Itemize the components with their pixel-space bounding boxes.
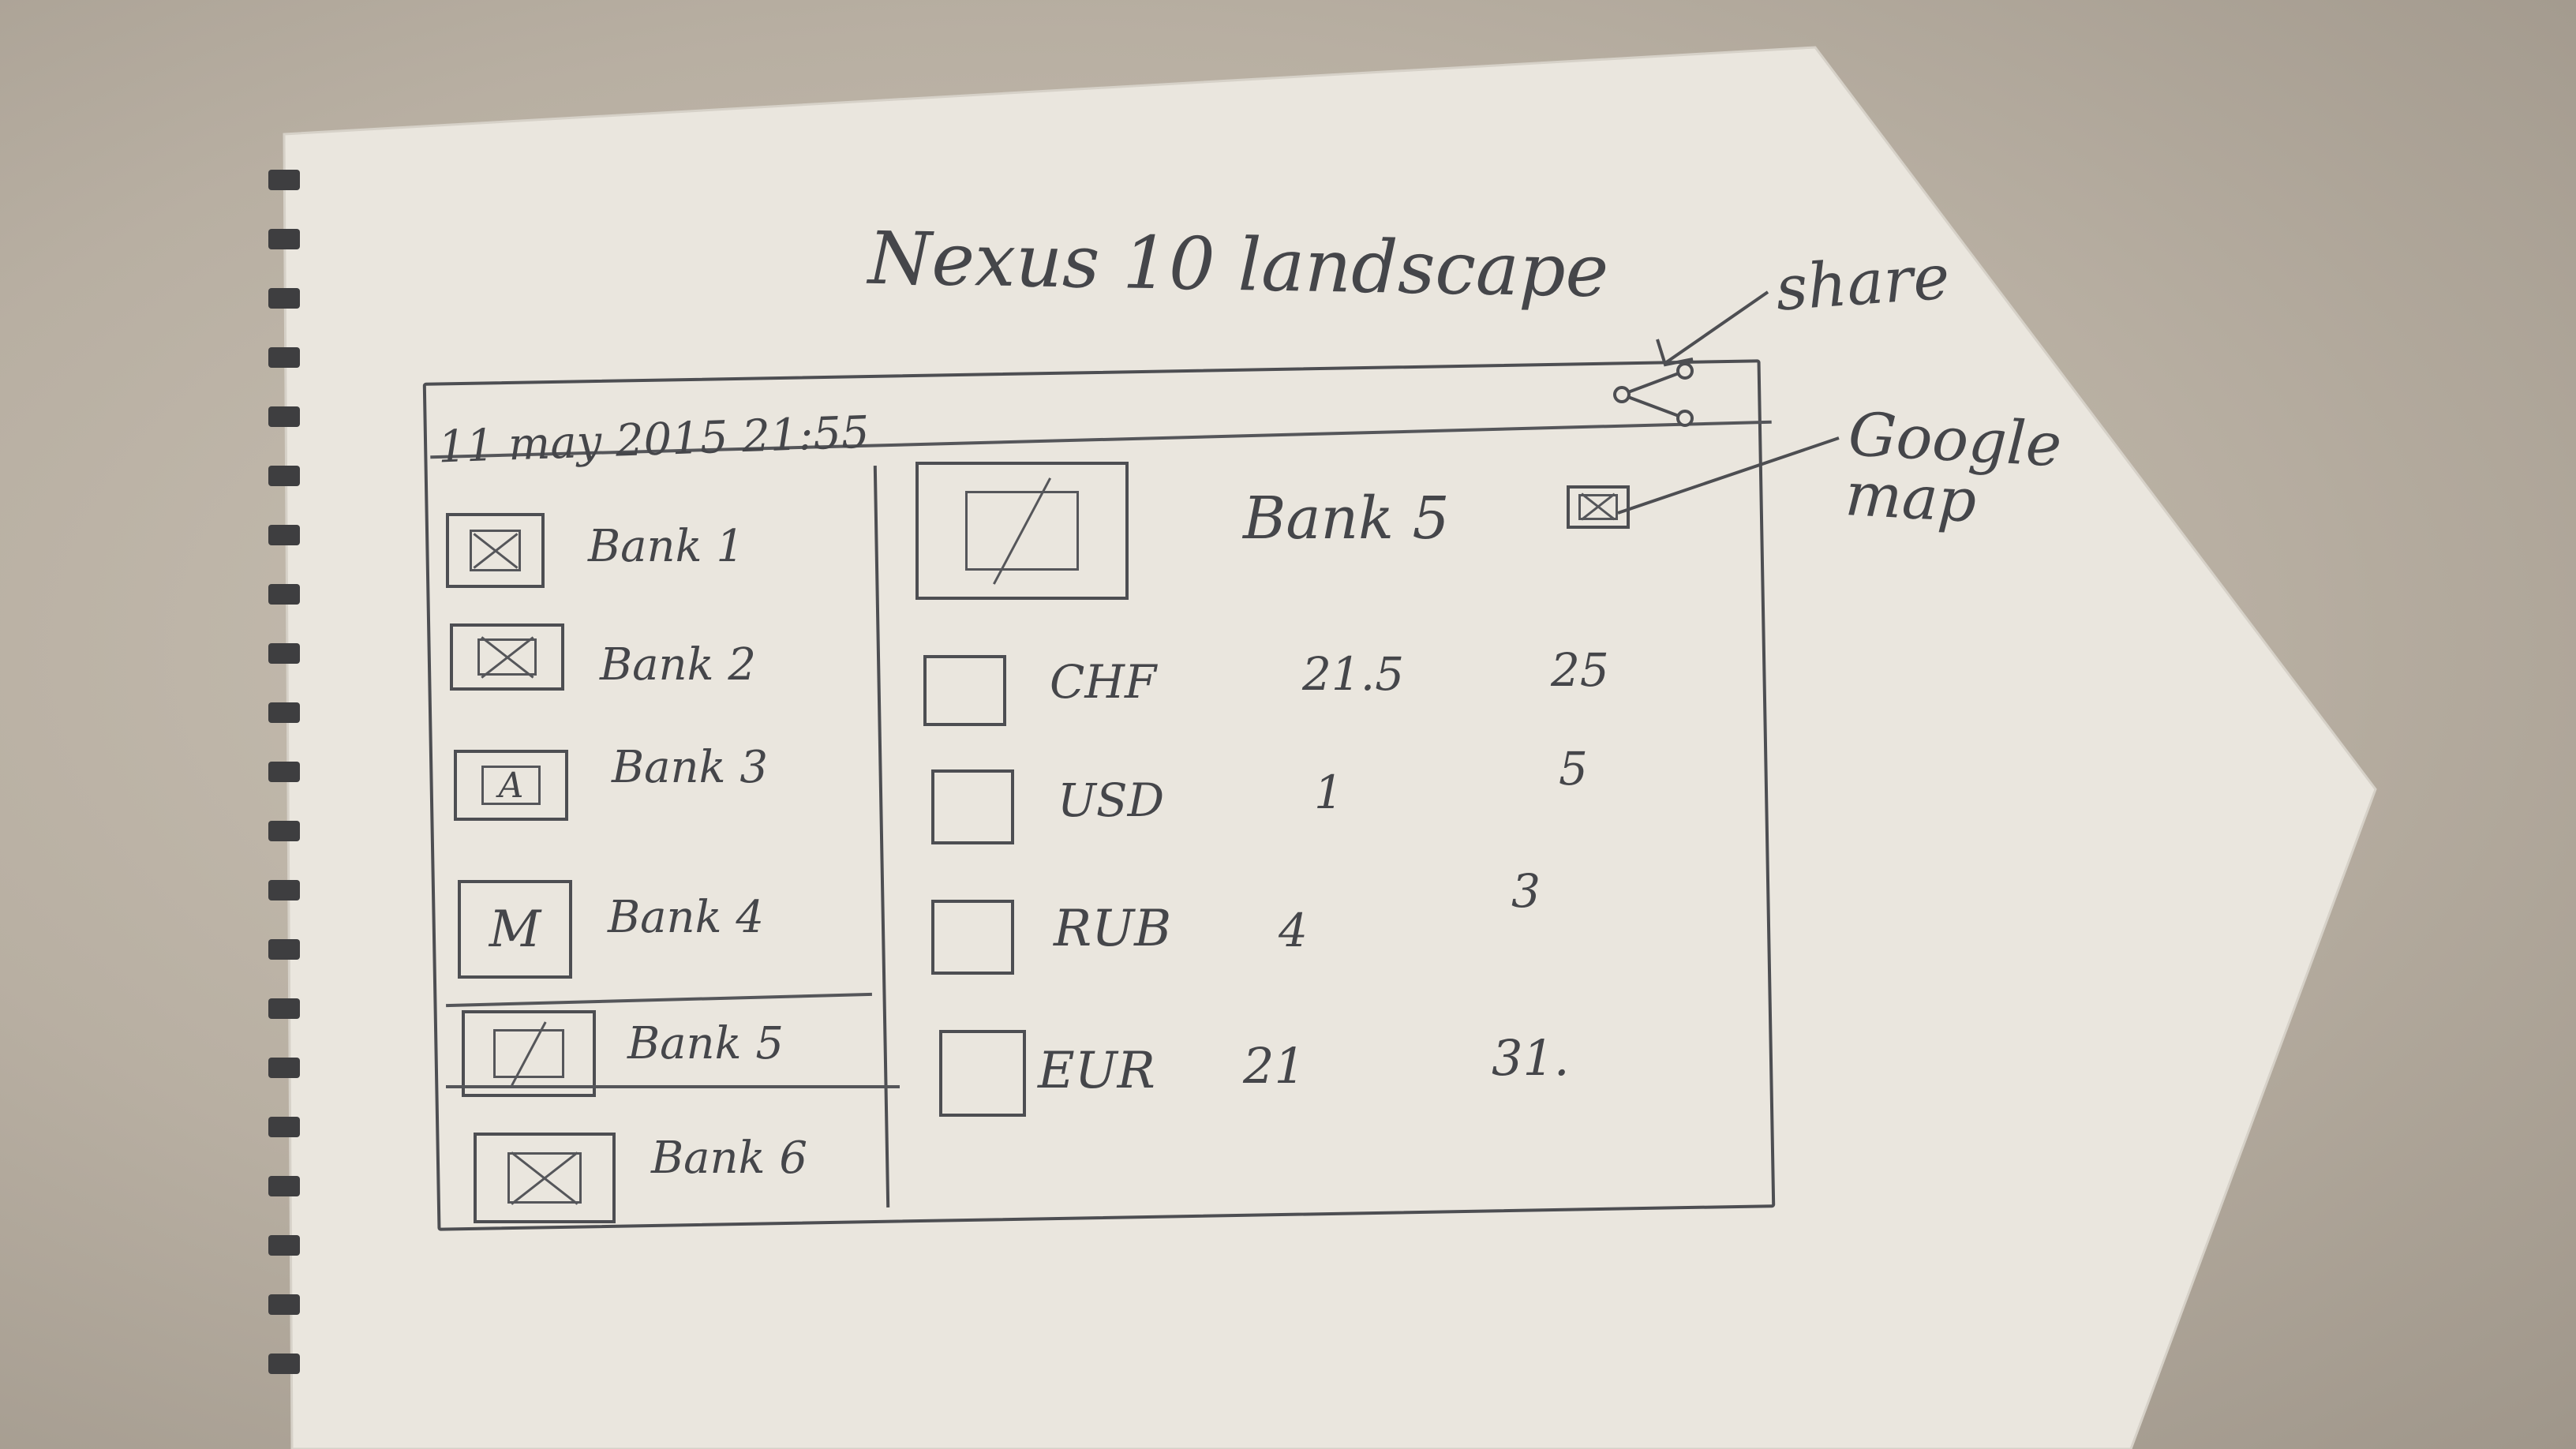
currency-buy: 21.5 [1302, 647, 1405, 701]
spiral-holes [268, 170, 300, 1374]
logo-m-icon: M [489, 900, 541, 959]
currency-flag-box [931, 769, 1014, 844]
bank-2-logo [450, 623, 564, 691]
currency-buy: 21 [1243, 1037, 1305, 1095]
currency-sell: 25 [1551, 643, 1609, 697]
currency-flag-box [923, 655, 1006, 726]
bank-5-logo [462, 1010, 596, 1097]
currency-sell: 3 [1511, 864, 1541, 918]
photo-scene: Nexus 10 landscape share Google map 11 m… [0, 0, 2576, 1449]
bank-4-logo: M [458, 880, 572, 979]
google-map-annotation: Google map [1843, 399, 2064, 536]
currency-code: CHF [1050, 655, 1157, 709]
currency-code: USD [1058, 773, 1165, 827]
map-icon [1578, 494, 1619, 520]
currency-buy: 4 [1279, 904, 1308, 957]
currency-sell: 5 [1559, 742, 1588, 796]
share-annotation: share [1773, 242, 1953, 325]
logo-a-icon: A [481, 766, 541, 806]
share-icon[interactable] [1606, 359, 1709, 430]
currency-buy: 1 [1314, 766, 1343, 819]
logo-v-icon [964, 491, 1080, 571]
bank-1-logo [446, 513, 545, 588]
currency-flag-box [931, 900, 1014, 975]
currency-flag-box [939, 1030, 1026, 1117]
sketch-title: Nexus 10 landscape [867, 215, 1610, 314]
sidebar-item-label: Bank 5 [627, 1018, 784, 1069]
image-placeholder-icon [477, 638, 537, 676]
image-placeholder-icon [507, 1152, 582, 1204]
sidebar-item-label: Bank 3 [612, 742, 768, 793]
sidebar-item-label: Bank 1 [588, 521, 744, 572]
google-map-button[interactable] [1567, 485, 1630, 529]
currency-code: RUB [1054, 900, 1172, 958]
detail-bank-name: Bank 5 [1243, 485, 1450, 552]
currency-sell: 31. [1492, 1029, 1570, 1087]
bank-3-logo: A [454, 750, 568, 821]
bank-6-logo [474, 1133, 616, 1223]
currency-code: EUR [1038, 1042, 1155, 1100]
sidebar-item-label: Bank 6 [651, 1133, 807, 1184]
detail-bank-logo [915, 462, 1129, 600]
selection-bottom-line [446, 1085, 900, 1088]
sidebar-item-label: Bank 2 [600, 639, 756, 691]
logo-v-icon [493, 1029, 564, 1078]
image-placeholder-icon [470, 530, 521, 571]
sidebar-item-label: Bank 4 [608, 892, 764, 943]
